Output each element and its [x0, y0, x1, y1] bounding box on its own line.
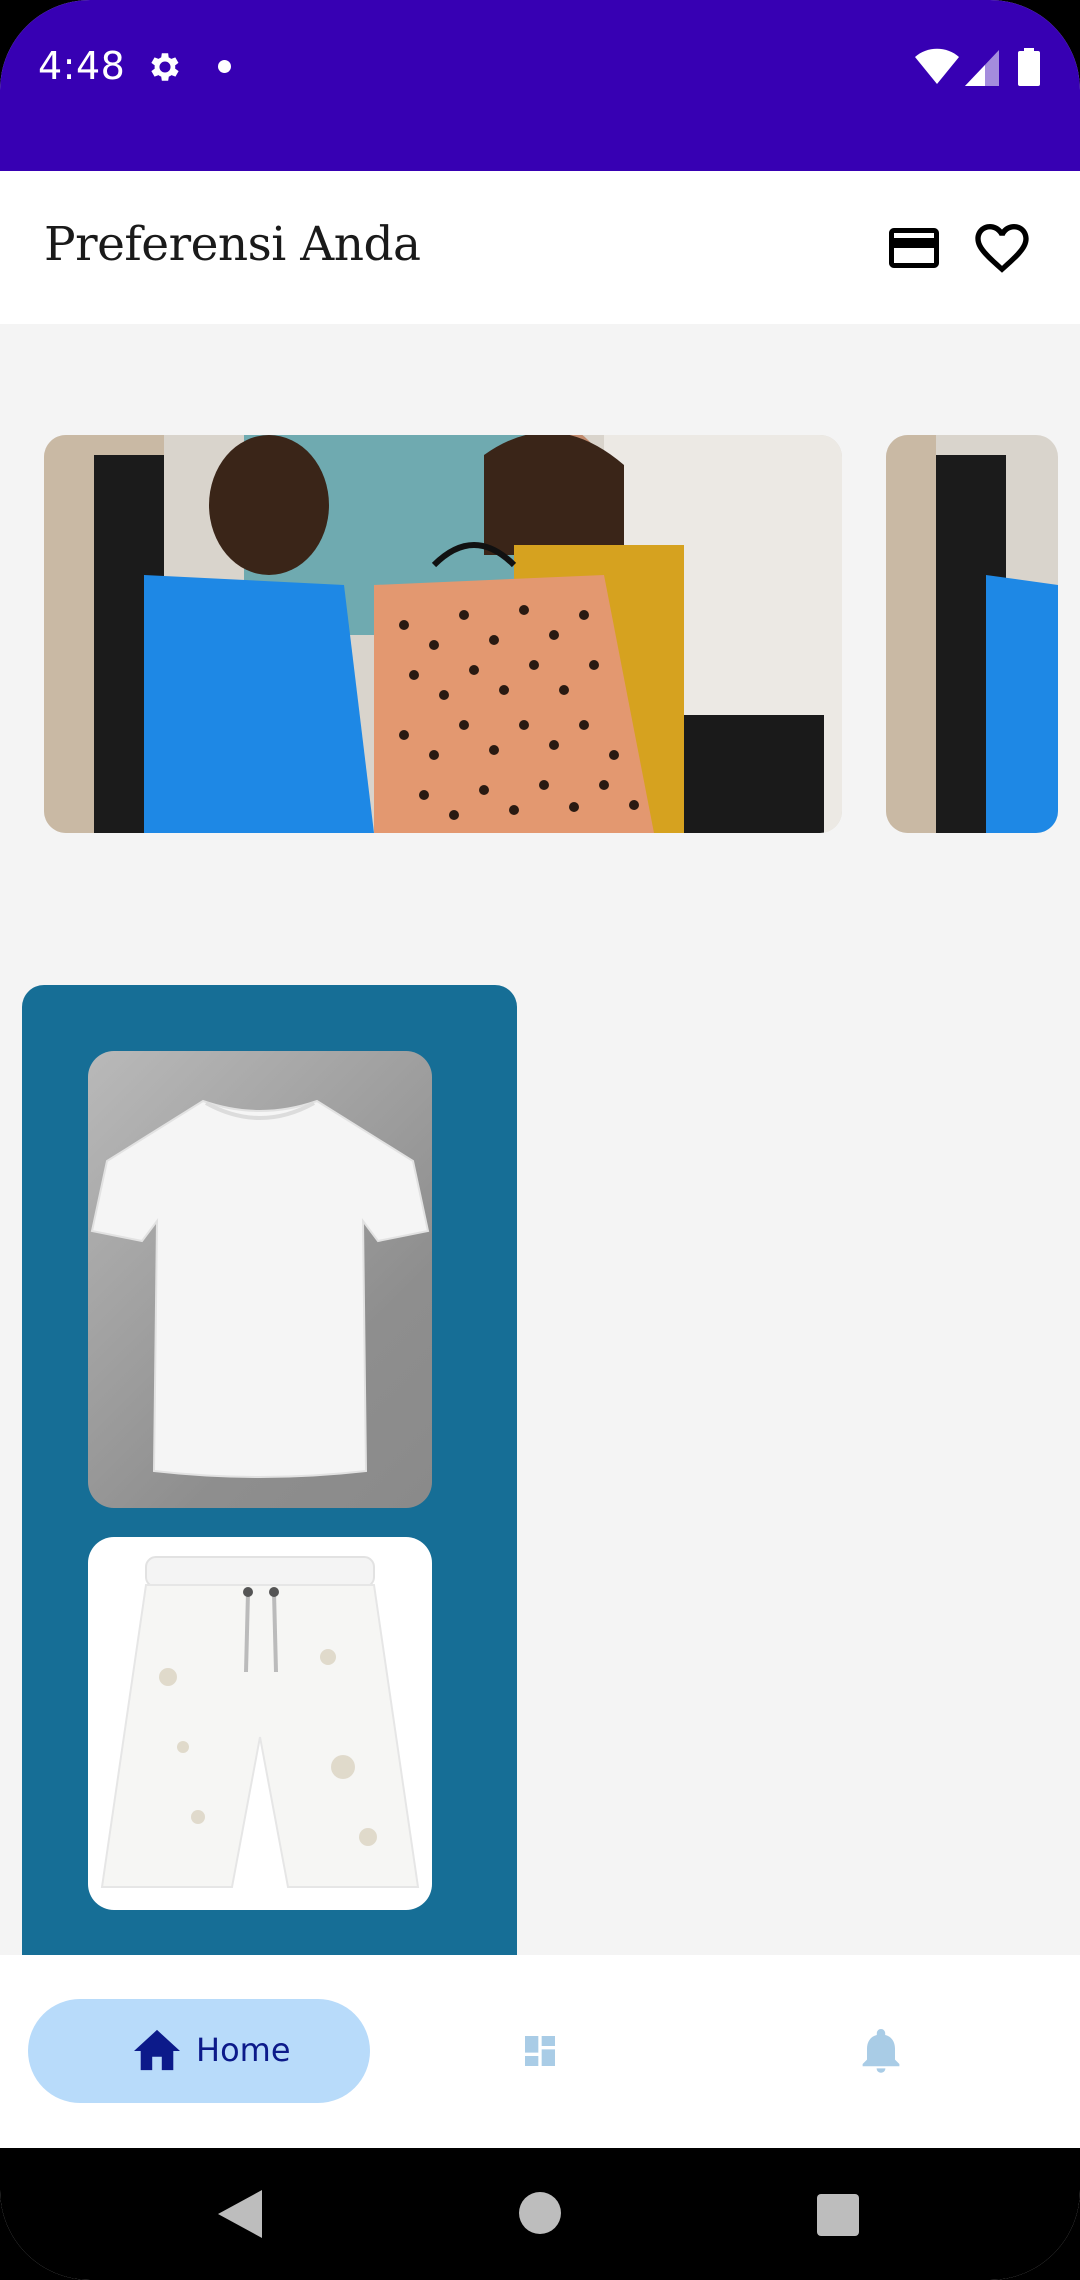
status-time: 4:48: [38, 44, 126, 88]
home-button-icon[interactable]: [519, 2192, 561, 2234]
bottom-navigation: Home: [0, 1955, 1080, 2148]
shopping-photo-icon: [44, 435, 842, 833]
signal-icon: [965, 50, 999, 86]
product-card-shorts[interactable]: [88, 1537, 432, 1910]
settings-gear-icon: [151, 53, 179, 81]
nav-item-home[interactable]: Home: [28, 1999, 370, 2103]
product-card-tshirt[interactable]: [88, 1051, 432, 1508]
system-navigation-bar: [0, 2148, 1080, 2280]
back-icon[interactable]: [218, 2190, 262, 2238]
recent-apps-icon[interactable]: [817, 2194, 859, 2236]
credit-card-icon[interactable]: [884, 218, 944, 278]
product-panel: [22, 985, 517, 1955]
shopping-photo-icon: [886, 435, 1058, 833]
battery-icon: [1018, 48, 1040, 86]
notification-dot-icon: [218, 60, 231, 73]
top-app-bar: Preferensi Anda: [0, 171, 1080, 324]
heart-icon[interactable]: [970, 216, 1034, 280]
page-title: Preferensi Anda: [44, 217, 421, 272]
shorts-image: [100, 1556, 420, 1888]
wifi-icon: [915, 48, 959, 84]
nav-home-label: Home: [196, 2031, 291, 2069]
carousel-banner-next[interactable]: [886, 435, 1058, 833]
dashboard-icon[interactable]: [520, 2031, 560, 2071]
bell-icon[interactable]: [860, 2027, 902, 2073]
home-icon: [134, 2029, 180, 2071]
status-bar: 4:48: [0, 0, 1080, 171]
app-screen: 4:48 Preferensi Anda Home: [0, 0, 1080, 2280]
carousel-banner[interactable]: [44, 435, 842, 833]
tshirt-image: [90, 1099, 430, 1478]
